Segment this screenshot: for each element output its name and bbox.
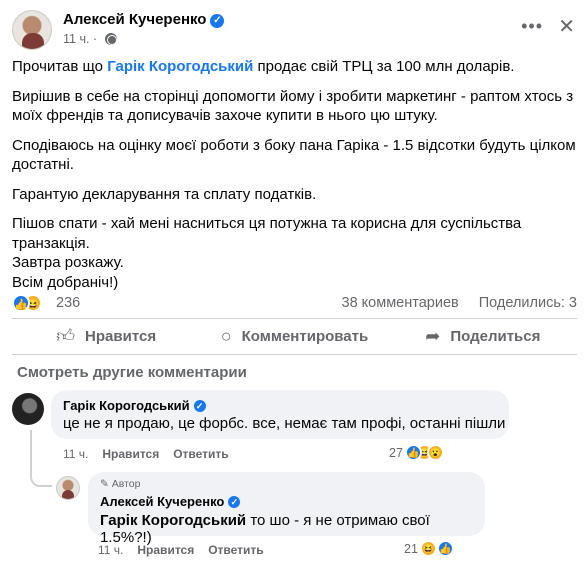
comment-reply-link[interactable]: Ответить xyxy=(208,543,263,557)
divider xyxy=(12,318,577,319)
reaction-count[interactable]: 236 xyxy=(56,295,80,311)
commenter-avatar[interactable] xyxy=(12,393,44,425)
comment-like-link[interactable]: Нравится xyxy=(102,447,159,461)
comment-time[interactable]: 11 ч. xyxy=(63,447,88,461)
share-icon: ➦ xyxy=(425,325,441,346)
share-button[interactable]: ➦ Поделиться xyxy=(389,320,577,352)
author-avatar[interactable] xyxy=(12,10,52,50)
post-paragraph: Завтра розкажу. xyxy=(12,254,124,271)
post-paragraph: Прочитав що Гарік Корогодський продає св… xyxy=(12,58,515,75)
commenter-name[interactable]: Гарік Корогодський xyxy=(63,398,190,413)
thread-line xyxy=(30,430,52,487)
post-paragraph: Сподіваюсь на оцінку моєї роботи з боку … xyxy=(12,136,576,174)
pen-icon: ✎ xyxy=(100,478,109,490)
haha-icon: 😆 xyxy=(419,540,437,557)
commenter-avatar[interactable] xyxy=(56,476,80,500)
author-tag: Автор xyxy=(111,478,141,490)
post-paragraph: Вирішив в себе на сторінці допомогти йом… xyxy=(12,87,574,125)
comment-count[interactable]: 38 комментариев xyxy=(342,295,459,311)
like-icon: 👍 xyxy=(436,540,454,557)
comment-bubble: ✎ Автор Алексей Кучеренко ✓ Гарік Корогод… xyxy=(88,472,485,546)
reaction-icons[interactable]: 👍😆 xyxy=(12,294,42,312)
verified-badge-icon: ✓ xyxy=(193,400,206,412)
post-body: Прочитав що Гарік Корогодський продає св… xyxy=(12,57,577,292)
mention-link[interactable]: Гарік Корогодський xyxy=(107,58,253,75)
wow-icon: 😮 xyxy=(426,444,444,461)
post-header: Алексей Кучеренко ✓ 11 ч. · ••• ✕ xyxy=(12,10,577,50)
post-time[interactable]: 11 ч. xyxy=(63,32,89,46)
author-name[interactable]: Алексей Кучеренко xyxy=(63,11,206,28)
mention-link[interactable]: Гарік Корогодський xyxy=(100,512,246,529)
comment-reactions[interactable]: 21 😆 👍 xyxy=(404,540,454,557)
post-stats: 👍😆 236 38 комментариев Поделились: 3 xyxy=(12,294,577,314)
divider xyxy=(12,354,577,355)
comment-reply-link[interactable]: Ответить xyxy=(173,447,228,461)
post-paragraph: Всім добраніч!) xyxy=(12,273,119,291)
comment-reactions[interactable]: 27 👍 😆 😮 xyxy=(389,444,444,461)
more-comments-link[interactable]: Смотреть другие комментарии xyxy=(17,364,247,381)
comment-button[interactable]: ○ Комментировать xyxy=(200,320,388,352)
more-icon[interactable]: ••• xyxy=(521,16,543,37)
comment-bubble: Гарік Корогодський ✓ це не я продаю, це ф… xyxy=(51,390,509,439)
comment-text: це не я продаю, це форбс. все, немає там… xyxy=(63,415,506,432)
comment-like-link[interactable]: Нравится xyxy=(137,543,194,557)
action-bar: 👍︎ Нравится ○ Комментировать ➦ Поделиться xyxy=(12,320,577,352)
like-icon: 👍 xyxy=(404,444,422,461)
post-paragraph: Гарантую декларування та сплату податків… xyxy=(12,185,317,203)
close-icon[interactable]: ✕ xyxy=(558,14,575,39)
post-meta: 11 ч. · xyxy=(63,32,117,46)
like-icon: 👍 xyxy=(12,294,30,312)
commenter-name[interactable]: Алексей Кучеренко xyxy=(100,494,224,509)
post-paragraph: Пішов спати - хай мені насниться ця поту… xyxy=(12,215,522,252)
verified-badge-icon: ✓ xyxy=(228,496,241,508)
comment-meta: 11 ч. Нравится Ответить xyxy=(63,447,229,461)
comment-icon: ○ xyxy=(220,325,232,346)
like-button[interactable]: 👍︎ Нравится xyxy=(12,320,200,352)
verified-badge-icon: ✓ xyxy=(210,14,225,28)
share-count[interactable]: Поделились: 3 xyxy=(479,295,577,311)
comment-time[interactable]: 11 ч. xyxy=(98,543,123,557)
comment-meta: 11 ч. Нравится Ответить xyxy=(98,543,264,557)
like-icon: 👍︎ xyxy=(56,326,76,346)
globe-icon xyxy=(104,33,117,45)
